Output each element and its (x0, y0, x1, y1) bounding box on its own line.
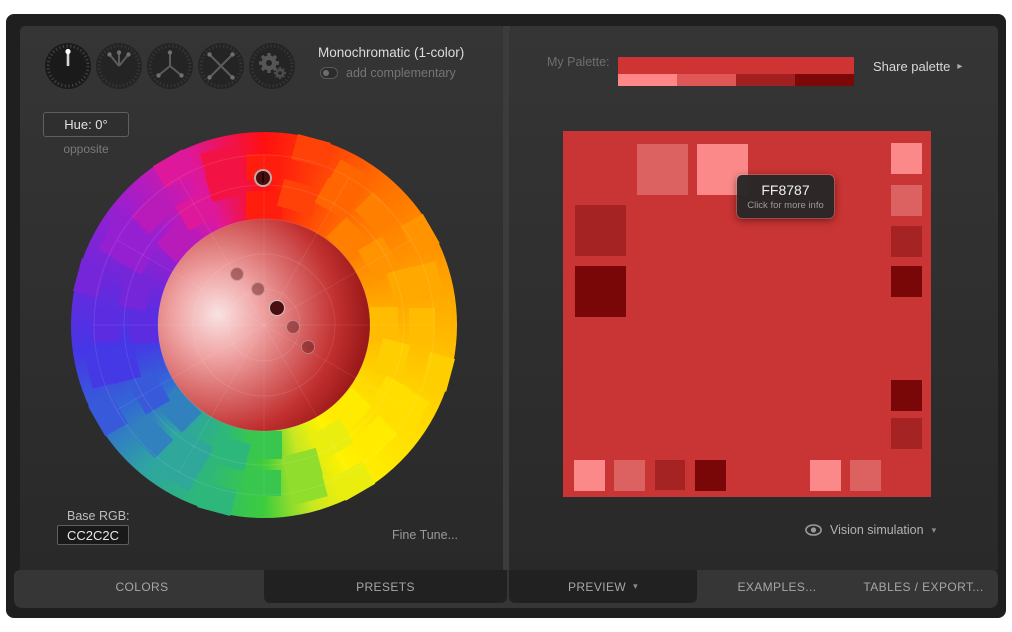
shade-marker-main-handle[interactable] (269, 300, 285, 316)
palette-variant-swatch[interactable] (618, 74, 677, 86)
my-palette-label: My Palette: (547, 55, 610, 69)
preview-color-square[interactable] (891, 266, 922, 297)
preview-color-square[interactable] (891, 185, 922, 216)
shade-marker-handle[interactable] (251, 282, 265, 296)
shade-marker-handle[interactable] (230, 267, 244, 281)
preview-color-square[interactable] (850, 460, 881, 491)
add-complementary-label: add complementary (346, 66, 456, 80)
preview-color-square[interactable] (891, 143, 922, 174)
bottom-tab-strip: COLORS PRESETS PREVIEW ▾ EXAMPLES... TAB… (14, 570, 998, 608)
left-panel: Monochromatic (1-color) add complementar… (20, 26, 506, 570)
tab-presets[interactable]: PRESETS (264, 570, 507, 603)
right-panel: My Palette: Share palette ▸ FF8787 Click… (509, 26, 998, 570)
preview-color-square[interactable] (574, 460, 605, 491)
add-complementary-toggle[interactable]: add complementary (320, 66, 456, 80)
vision-simulation-dropdown[interactable]: Vision simulation ▾ (805, 523, 936, 537)
eye-icon (805, 524, 822, 536)
preview-color-square[interactable] (891, 380, 922, 411)
monochromatic-knob-icon[interactable] (45, 43, 91, 89)
paletton-app: Monochromatic (1-color) add complementar… (0, 0, 1012, 632)
app-window: Monochromatic (1-color) add complementar… (6, 14, 1006, 618)
preview-color-square[interactable] (637, 144, 688, 195)
scheme-title: Monochromatic (1-color) (318, 45, 464, 60)
tab-preview[interactable]: PREVIEW ▾ (509, 570, 697, 603)
my-palette-strip[interactable] (618, 57, 854, 86)
color-tooltip: FF8787 Click for more info (737, 175, 834, 218)
tab-tables-export[interactable]: TABLES / EXPORT... (851, 570, 996, 603)
preview-color-square[interactable] (891, 226, 922, 257)
saturation-brightness-sphere[interactable] (158, 219, 370, 431)
tooltip-hex-value: FF8787 (761, 182, 809, 198)
preview-canvas[interactable]: FF8787 Click for more info (563, 131, 931, 497)
tetrad-knob-icon[interactable] (198, 43, 244, 89)
tab-colors[interactable]: COLORS (20, 570, 264, 603)
scheme-type-knobs (45, 43, 295, 89)
toggle-icon (320, 67, 338, 79)
shade-marker-handle[interactable] (301, 340, 315, 354)
caret-right-icon: ▸ (957, 61, 962, 72)
preview-color-square[interactable] (695, 460, 726, 491)
fine-tune-link[interactable]: Fine Tune... (392, 528, 458, 542)
preview-color-square[interactable] (575, 205, 626, 256)
hue-marker-handle[interactable] (254, 169, 272, 187)
palette-variant-swatch[interactable] (795, 74, 854, 86)
triad-knob-icon[interactable] (147, 43, 193, 89)
base-rgb-label: Base RGB: (67, 509, 130, 523)
palette-variant-swatch[interactable] (736, 74, 795, 86)
palette-variant-swatch[interactable] (677, 74, 736, 86)
shade-marker-handle[interactable] (286, 320, 300, 334)
share-palette-button[interactable]: Share palette ▸ (873, 59, 962, 74)
preview-color-square[interactable] (810, 460, 841, 491)
caret-down-icon: ▾ (633, 581, 638, 592)
palette-main-swatch[interactable] (618, 57, 854, 74)
share-palette-label: Share palette (873, 59, 950, 74)
preview-color-square[interactable] (655, 460, 685, 490)
color-wheel[interactable] (71, 132, 457, 518)
adjacent-knob-icon[interactable] (96, 43, 142, 89)
freestyle-knob-icon[interactable] (249, 43, 295, 89)
preview-color-square[interactable] (614, 460, 645, 491)
vision-simulation-label: Vision simulation (830, 523, 924, 537)
tooltip-hint: Click for more info (747, 200, 824, 211)
caret-down-icon: ▾ (932, 525, 937, 536)
base-rgb-input[interactable] (57, 525, 129, 545)
tab-examples[interactable]: EXAMPLES... (703, 570, 851, 603)
palette-variant-row (618, 74, 854, 86)
preview-color-square[interactable] (891, 418, 922, 449)
preview-color-square[interactable] (575, 266, 626, 317)
